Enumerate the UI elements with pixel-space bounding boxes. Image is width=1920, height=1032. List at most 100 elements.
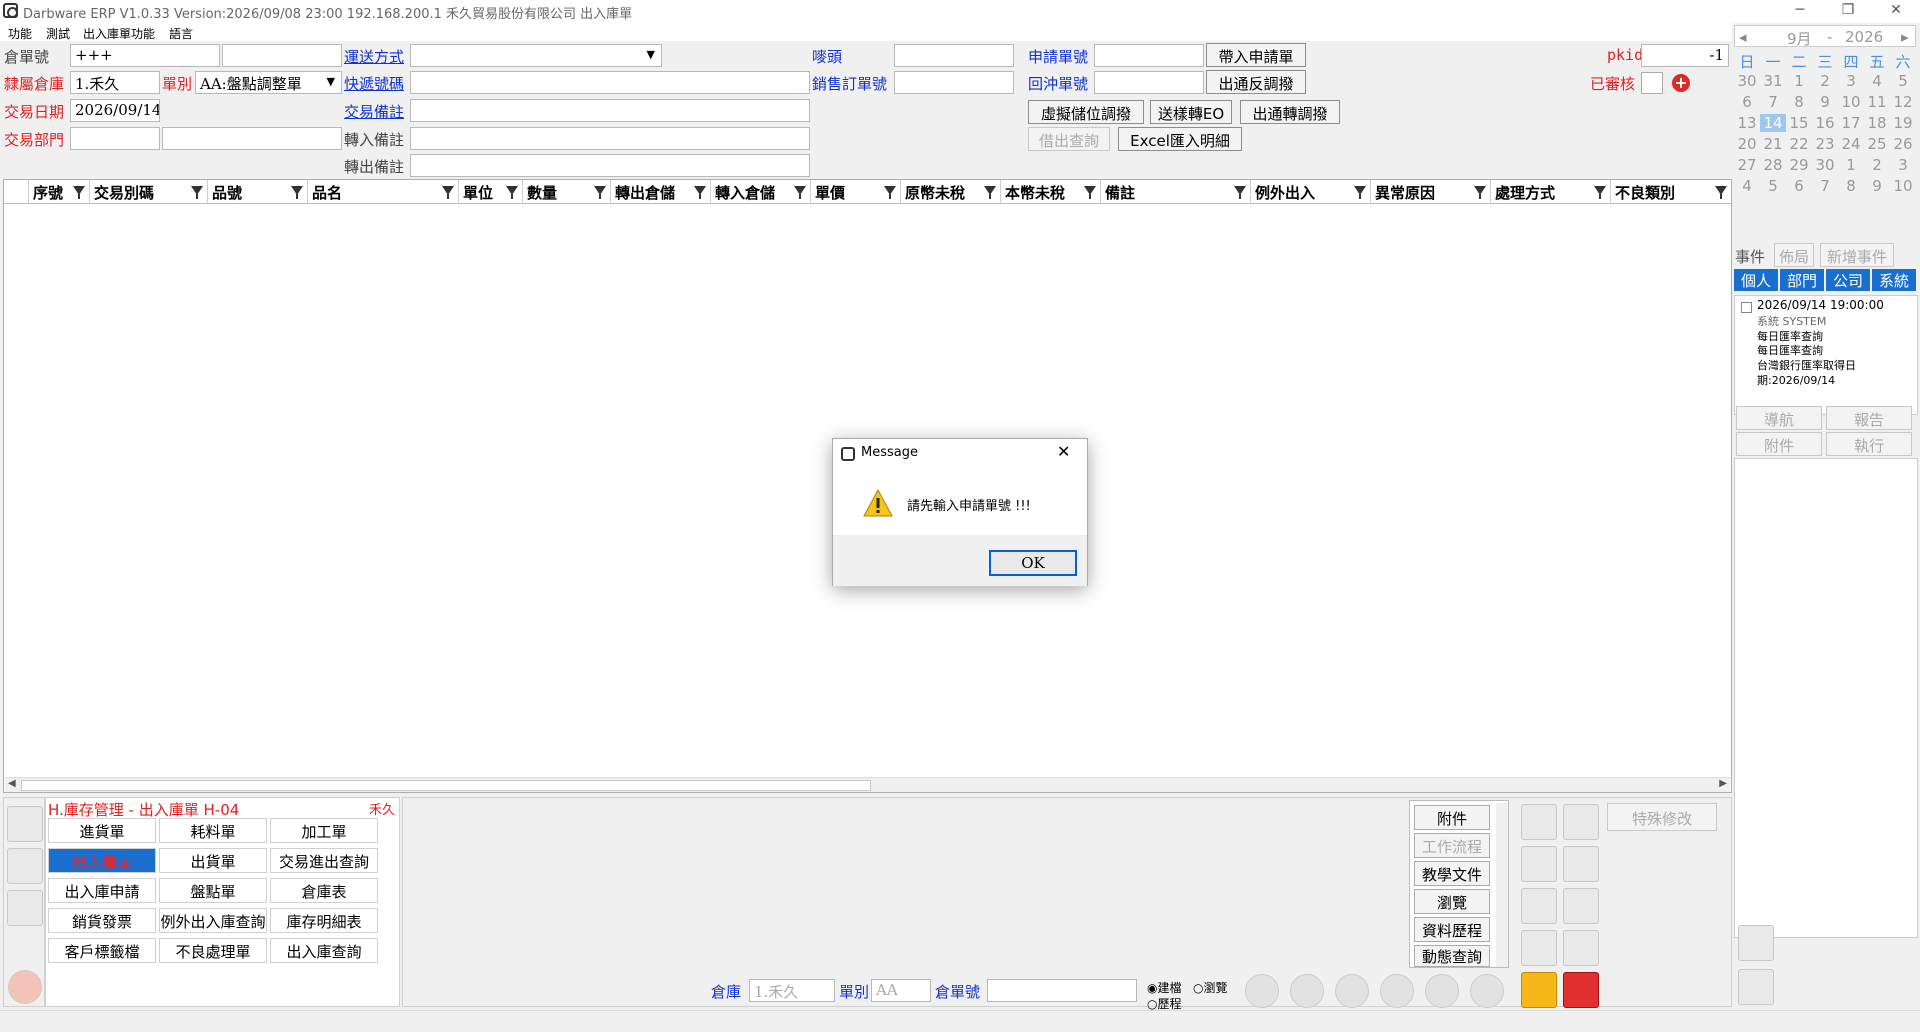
calendar-day[interactable]: 7 (1760, 93, 1786, 111)
col-remark[interactable]: 備註 (1101, 180, 1251, 204)
navigate-button[interactable]: 導航 (1736, 406, 1822, 430)
calendar-day[interactable]: 5 (1760, 177, 1786, 195)
col-trade-code[interactable]: 交易別碼 (90, 180, 208, 204)
new-event-button[interactable]: 新增事件 (1820, 243, 1894, 267)
calendar-day[interactable]: 26 (1890, 135, 1916, 153)
out-note-input[interactable] (410, 154, 810, 177)
ship-method-label[interactable]: 運送方式 (344, 46, 404, 67)
express-no-input[interactable] (410, 71, 810, 94)
calendar-day[interactable]: 11 (1864, 93, 1890, 111)
in-note-input[interactable] (410, 127, 810, 150)
module-item[interactable]: 進貨單 (48, 818, 156, 843)
warehouse-no-input-2[interactable] (222, 44, 342, 67)
sample-to-eo-button[interactable]: 送樣轉EO (1150, 100, 1232, 124)
col-defect-type[interactable]: 不良類別 (1611, 180, 1731, 204)
express-no-label[interactable]: 快遞號碼 (344, 73, 404, 94)
col-handling[interactable]: 處理方式 (1491, 180, 1611, 204)
special-edit-button[interactable]: 特殊修改 (1607, 803, 1717, 831)
belong-warehouse-input[interactable]: 1.禾久 (70, 71, 160, 94)
report-button[interactable]: 報告 (1826, 406, 1912, 430)
favorite-icon[interactable] (7, 848, 43, 884)
panel-scrollbar[interactable] (1496, 803, 1508, 967)
calendar-day[interactable]: 2 (1864, 156, 1890, 174)
help-icon[interactable] (1470, 974, 1504, 1008)
col-seq[interactable]: 序號 (29, 180, 90, 204)
import-apply-button[interactable]: 帶入申請單 (1206, 43, 1306, 67)
calendar-day[interactable]: 23 (1812, 135, 1838, 153)
event-item[interactable]: 2026/09/14 19:00:00 系統 SYSTEM 每日匯率查詢 每日匯… (1734, 295, 1918, 415)
menu-language[interactable]: 語言 (169, 25, 193, 42)
event-attachment-button[interactable]: 附件 (1736, 432, 1822, 456)
trade-dept-name-input[interactable] (162, 127, 342, 150)
prev-month-icon[interactable]: ◂ (1739, 28, 1747, 46)
apply-no-input[interactable] (1094, 44, 1204, 67)
folder-icon[interactable] (7, 890, 43, 926)
calendar-day[interactable]: 1 (1838, 156, 1864, 174)
excel-import-button[interactable]: Excel匯入明細 (1118, 127, 1242, 151)
print-icon[interactable] (1563, 846, 1599, 882)
scroll-right-icon[interactable]: ▶ (1719, 778, 1727, 789)
virtual-store-transfer-button[interactable]: 虛擬儲位調撥 (1028, 100, 1144, 124)
menu-inout-function[interactable]: 出入庫單功能 (83, 25, 155, 42)
clock-icon[interactable] (1738, 969, 1774, 1005)
module-list-icon[interactable] (7, 806, 43, 842)
col-item-name[interactable]: 品名 (308, 180, 459, 204)
calendar-day[interactable]: 29 (1786, 156, 1812, 174)
ship-method-select[interactable]: ▼ (410, 44, 662, 67)
reviewed-checkbox[interactable] (1641, 72, 1663, 94)
menu-test[interactable]: 測試 (46, 25, 70, 42)
prev-record-icon[interactable] (1290, 974, 1324, 1008)
last-record-icon[interactable] (1425, 974, 1459, 1008)
calendar-day[interactable]: 3 (1838, 72, 1864, 90)
radio-current[interactable]: ◉建檔 (1147, 979, 1182, 996)
scroll-left-icon[interactable]: ◀ (8, 778, 16, 789)
calendar-day[interactable]: 6 (1734, 93, 1760, 111)
event-checkbox[interactable] (1741, 302, 1752, 313)
ok-button[interactable]: OK (989, 550, 1077, 576)
filter-icon[interactable] (1715, 186, 1727, 199)
insert-row-icon[interactable] (1521, 846, 1557, 882)
trade-note-label[interactable]: 交易備註 (344, 101, 404, 122)
out-transfer-button[interactable]: 出通轉調撥 (1240, 100, 1340, 124)
module-item[interactable]: 交易進出查詢 (270, 848, 378, 873)
calendar-month[interactable]: 9月 (1787, 28, 1812, 49)
calendar-day[interactable]: 4 (1864, 72, 1890, 90)
browse-button[interactable]: 瀏覽 (1414, 889, 1490, 914)
out-reverse-transfer-button[interactable]: 出通反調撥 (1206, 70, 1306, 94)
filter-icon[interactable] (1354, 186, 1366, 199)
col-price[interactable]: 單價 (811, 180, 901, 204)
filter-icon[interactable] (73, 186, 85, 199)
filter-icon[interactable] (191, 186, 203, 199)
calendar-day[interactable]: 16 (1812, 114, 1838, 132)
offset-no-input[interactable] (1094, 71, 1204, 94)
doc-type-select[interactable]: AA:盤點調整單 ▼ (195, 71, 342, 94)
calendar-day[interactable]: 9 (1864, 177, 1890, 195)
calendar-day[interactable]: 15 (1786, 114, 1812, 132)
tab-department[interactable]: 部門 (1780, 269, 1824, 291)
calendar-day[interactable]: 10 (1838, 93, 1864, 111)
tutorial-button[interactable]: 教學文件 (1414, 861, 1490, 886)
filter-icon[interactable] (794, 186, 806, 199)
calendar-day[interactable]: 12 (1890, 93, 1916, 111)
paste-icon[interactable] (1563, 888, 1599, 924)
lend-query-button[interactable]: 借出查詢 (1028, 127, 1110, 151)
module-item[interactable]: 銷貨發票 (48, 908, 156, 933)
calendar-day[interactable]: 21 (1760, 135, 1786, 153)
next-month-icon[interactable]: ▸ (1901, 28, 1909, 46)
trade-note-input[interactable] (410, 99, 810, 122)
calendar-day[interactable]: 10 (1890, 177, 1916, 195)
module-item[interactable]: 加工單 (270, 818, 378, 843)
nav-no-input[interactable] (987, 979, 1137, 1002)
first-record-icon[interactable] (1245, 974, 1279, 1008)
calendar-day[interactable]: 7 (1812, 177, 1838, 195)
workflow-button[interactable]: 工作流程 (1414, 833, 1490, 858)
calendar-day[interactable]: 28 (1760, 156, 1786, 174)
calendar-day[interactable]: 14 (1760, 114, 1786, 132)
delete-row-icon[interactable] (1521, 930, 1557, 966)
module-item[interactable]: 倉庫表 (270, 878, 378, 903)
module-item[interactable]: 出入庫查詢 (270, 938, 378, 963)
filter-icon[interactable] (694, 186, 706, 199)
calendar-day[interactable]: 13 (1734, 114, 1760, 132)
col-qty[interactable]: 數量 (523, 180, 611, 204)
attachment-button[interactable]: 附件 (1414, 805, 1490, 830)
